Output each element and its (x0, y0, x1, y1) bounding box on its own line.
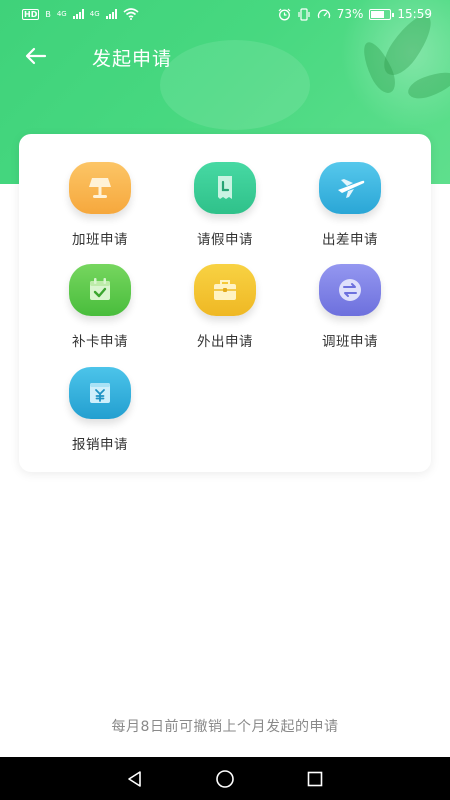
apply-card: 加班申请 请假申请 出差申请 补卡申请 外出申请 调班申请 报销申请 (19, 134, 431, 472)
back-arrow-icon (25, 47, 47, 65)
vibrate-icon (298, 7, 310, 21)
icon-tile (319, 162, 381, 214)
battery-icon (369, 8, 395, 20)
apply-item-label: 请假申请 (197, 232, 253, 248)
apply-item-overtime[interactable]: 加班申请 (40, 162, 160, 252)
apply-item-label: 外出申请 (197, 334, 253, 350)
apply-item-label: 补卡申请 (72, 334, 128, 350)
square-recents-icon (307, 771, 323, 786)
apply-item-label: 报销申请 (72, 437, 128, 453)
apply-item-leave[interactable]: 请假申请 (165, 162, 285, 252)
triangle-back-icon (128, 770, 141, 787)
apply-item-shift-change[interactable]: 调班申请 (290, 264, 410, 354)
calendar-check-icon (90, 278, 110, 300)
briefcase-icon (214, 280, 236, 300)
apply-item-label: 调班申请 (322, 334, 378, 350)
signal-icon (72, 9, 84, 19)
system-nav-bar (0, 757, 450, 800)
network-type-2: 4G (89, 10, 100, 18)
airplane-icon (338, 179, 365, 198)
signal-icon (105, 9, 117, 19)
status-left: HD B 4G 4G (22, 8, 139, 20)
apply-item-reimburse[interactable]: 报销申请 (40, 367, 160, 457)
reimburse-icon (90, 383, 110, 403)
icon-tile (319, 264, 381, 316)
lamp-icon (89, 178, 111, 198)
swap-icon (339, 279, 361, 301)
page-title: 发起申请 (92, 48, 173, 70)
circle-home-icon (216, 769, 234, 788)
wifi-icon (123, 8, 139, 20)
back-button[interactable] (22, 42, 50, 70)
nav-home-button[interactable] (205, 759, 245, 799)
leave-slip-icon (218, 176, 232, 199)
apply-item-go-out[interactable]: 外出申请 (165, 264, 285, 354)
footer-note: 每月8日前可撤销上个月发起的申请 (111, 719, 339, 735)
nav-back-button[interactable] (115, 759, 155, 799)
nav-bar: 发起申请 (0, 34, 450, 78)
status-bar: HD B 4G 4G 73% 15:59 (0, 0, 450, 28)
icon-tile (69, 367, 131, 419)
b-badge: B (45, 9, 51, 19)
speed-icon (317, 9, 330, 18)
battery-percent: 73% (336, 7, 364, 21)
icon-tile (194, 162, 256, 214)
icon-tile (69, 264, 131, 316)
alarm-icon (278, 8, 291, 20)
icon-tile (69, 162, 131, 214)
hd-badge: HD (22, 8, 40, 20)
apply-item-label: 加班申请 (72, 232, 128, 248)
clock-time: 15:59 (397, 7, 432, 21)
apply-item-clock-in-fix[interactable]: 补卡申请 (40, 264, 160, 354)
apply-item-business-trip[interactable]: 出差申请 (290, 162, 410, 252)
nav-recents-button[interactable] (295, 759, 335, 799)
status-right: 73% 15:59 (278, 7, 432, 21)
network-type-1: 4G (56, 10, 67, 18)
icon-tile (194, 264, 256, 316)
apply-item-label: 出差申请 (322, 232, 378, 248)
